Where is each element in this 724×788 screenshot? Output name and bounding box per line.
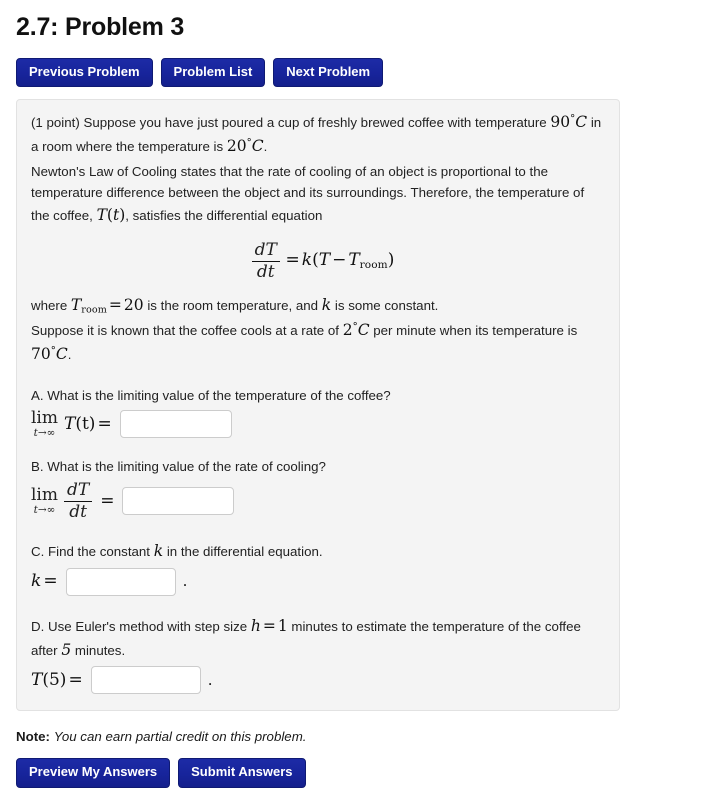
- question-b-prompt: B. What is the limiting value of the rat…: [31, 459, 326, 475]
- differential-equation: dT dt = k(T − Troom): [31, 241, 605, 281]
- equals-sign-b: =: [100, 490, 115, 511]
- room-temperature-math: 20°C: [226, 137, 264, 156]
- equation-right-side: = k(T − Troom): [285, 249, 395, 271]
- rate-temperature-math: 70°C: [31, 345, 68, 364]
- question-d-prompt: D. Use Euler's method with step size h = 1…: [31, 614, 605, 663]
- page-title: 2.7: Problem 3: [16, 13, 185, 41]
- question-c-period: .: [182, 571, 188, 590]
- problem-list-button[interactable]: Problem List: [160, 57, 266, 87]
- question-c-text-2: in the differential equation.: [166, 544, 323, 560]
- answer-input-d[interactable]: [90, 666, 201, 695]
- note-label: Note:: [16, 729, 50, 745]
- initial-temperature-math: 90°C: [550, 112, 588, 131]
- limit-expression-a: T(t) =: [64, 413, 112, 434]
- rate-text-1: Suppose it is known that the coffee cool…: [31, 322, 339, 338]
- law-text-end: , satisfies the differential equation: [125, 207, 323, 223]
- previous-problem-button[interactable]: Previous Problem: [16, 57, 153, 87]
- question-c-prompt: C. Find the constant k in the differenti…: [31, 539, 605, 563]
- intro-text-3: .: [263, 139, 268, 155]
- problem-page: 2.7: Problem 3 Previous Problem Problem …: [0, 0, 724, 788]
- where-text-1: where: [31, 297, 68, 313]
- problem-panel: (1 point) Suppose you have just poured a…: [16, 98, 620, 712]
- answer-input-c[interactable]: [65, 567, 176, 596]
- answer-input-b[interactable]: [122, 487, 235, 516]
- t5-equals-label: T(5) =: [31, 670, 83, 691]
- question-d-period: .: [207, 670, 213, 689]
- temperature-function-math: T(t): [96, 205, 126, 224]
- rate-text-3: .: [67, 347, 72, 363]
- intro-text-1: Suppose you have just poured a cup of fr…: [83, 114, 547, 130]
- room-temperature-explanation: where Troom = 20 is the room temperature, …: [31, 293, 605, 318]
- derivative-fraction-b: dT dt: [64, 481, 93, 521]
- answer-input-a[interactable]: [119, 410, 232, 439]
- question-b: B. What is the limiting value of the rat…: [31, 456, 605, 521]
- cooling-rate-explanation: Suppose it is known that the coffee cool…: [31, 318, 605, 367]
- problem-statement: (1 point) Suppose you have just poured a…: [31, 110, 605, 159]
- k-equals-label: k =: [31, 571, 58, 592]
- newtons-law-text: Newton's Law of Cooling states that the …: [31, 161, 605, 227]
- limit-operator-b: lim t→∞: [31, 484, 58, 516]
- question-b-answer-row: lim t→∞ dT dt =: [31, 481, 605, 521]
- question-c-answer-row: k = .: [31, 567, 605, 596]
- derivative-numerator: dT: [254, 240, 277, 261]
- troom-math: Troom = 20: [70, 295, 144, 316]
- question-d-answer-row: T(5) = .: [31, 666, 605, 695]
- cooling-rate-math: 2°C: [342, 320, 370, 339]
- derivative-denominator: dt: [251, 260, 280, 281]
- question-d-text-1: D. Use Euler's method with step size: [31, 618, 248, 634]
- question-d-text-3: minutes.: [74, 642, 126, 658]
- step-size-math: h = 1: [250, 616, 288, 635]
- question-a-answer-row: lim t→∞ T(t) =: [31, 407, 605, 439]
- k-symbol-math: k: [321, 295, 332, 314]
- where-text-3: is some constant.: [334, 297, 439, 313]
- answer-actions: Preview My Answers Submit Answers: [16, 758, 724, 788]
- question-d: D. Use Euler's method with step size h = 1…: [31, 614, 605, 695]
- question-c-text-1: C. Find the constant: [31, 544, 150, 560]
- limit-operator-a: lim t→∞: [31, 407, 58, 439]
- question-c-k-symbol: k: [153, 542, 164, 561]
- question-a: A. What is the limiting value of the tem…: [31, 385, 605, 439]
- rate-text-2: per minute when its temperature is: [373, 322, 578, 338]
- next-problem-button[interactable]: Next Problem: [273, 57, 384, 87]
- question-a-prompt: A. What is the limiting value of the tem…: [31, 387, 391, 403]
- question-c: C. Find the constant k in the differenti…: [31, 539, 605, 596]
- where-text-2: is the room temperature, and: [147, 297, 319, 313]
- note-text: You can earn partial credit on this prob…: [53, 729, 307, 745]
- submit-answers-button[interactable]: Submit Answers: [178, 758, 306, 788]
- derivative-fraction: dT dt: [251, 240, 280, 281]
- preview-answers-button[interactable]: Preview My Answers: [16, 758, 171, 788]
- problem-navigation: Previous Problem Problem List Next Probl…: [16, 57, 724, 87]
- points-label: (1 point): [31, 114, 80, 130]
- partial-credit-note: Note: You can earn partial credit on thi…: [16, 729, 724, 744]
- minutes-value-math: 5: [61, 640, 72, 659]
